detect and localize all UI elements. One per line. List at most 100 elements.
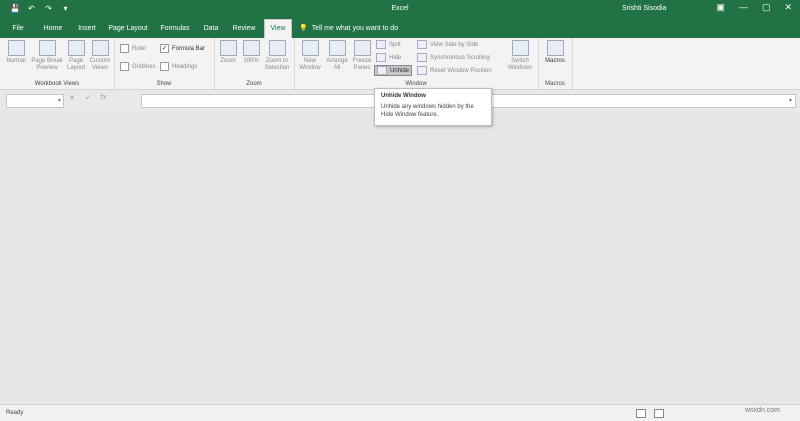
group-show: Ruler ✓ Formula Bar Gridlines Headings Sh… xyxy=(114,38,215,89)
custom-views-icon xyxy=(91,40,109,56)
headings-checkbox[interactable]: Headings xyxy=(160,62,197,71)
tab-review[interactable]: Review xyxy=(229,19,259,38)
window-group-label: Window xyxy=(405,81,427,87)
hide-button[interactable]: Hide xyxy=(376,53,401,62)
show-label: Show xyxy=(156,81,172,87)
view-side-by-side-button[interactable]: View Side by Side xyxy=(417,40,478,49)
zoom-to-selection-label: Zoom to Selection xyxy=(264,58,290,71)
tab-page-layout[interactable]: Page Layout xyxy=(106,19,150,38)
ruler-checkbox[interactable]: Ruler xyxy=(120,44,146,53)
close-icon[interactable]: ✕ xyxy=(784,2,792,13)
macros-group-label: Macros xyxy=(545,81,565,87)
page-break-preview-icon xyxy=(38,40,56,56)
switch-windows-button[interactable]: Switch Windows xyxy=(504,40,536,72)
lightbulb-icon: 💡 xyxy=(299,25,308,32)
zoom-100-button[interactable]: 100% xyxy=(240,40,262,65)
insert-function-icon[interactable]: fx xyxy=(101,94,106,102)
magnifier-icon xyxy=(219,40,237,56)
page-layout-view-button[interactable]: Page Layout xyxy=(64,40,88,72)
tab-insert[interactable]: Insert xyxy=(72,19,102,38)
normal-view-icon xyxy=(7,40,25,56)
gridlines-checkbox[interactable]: Gridlines xyxy=(120,62,156,71)
window-controls: ▣ — ▢ ✕ xyxy=(716,2,792,13)
new-window-button[interactable]: New Window xyxy=(296,40,324,72)
hide-icon xyxy=(376,53,386,62)
page-layout-status-icon[interactable] xyxy=(654,409,664,418)
formula-bar-checkbox[interactable]: ✓ Formula Bar xyxy=(160,44,205,53)
status-ready: Ready xyxy=(6,410,24,416)
formula-controls: ✕ ✓ fx xyxy=(69,94,106,102)
group-workbook-views: Normal Page Break Preview Page Layout Cu… xyxy=(0,38,115,89)
normal-view-label: Normal xyxy=(6,58,26,64)
unhide-tooltip: Unhide Window Unhide any windows hidden … xyxy=(374,88,492,126)
tab-file[interactable]: File xyxy=(6,19,30,38)
page-break-preview-button[interactable]: Page Break Preview xyxy=(30,40,64,72)
sync-scroll-icon xyxy=(417,53,427,62)
arrange-all-label: Arrange All xyxy=(326,58,348,71)
ruler-check xyxy=(120,44,129,53)
empty-workspace xyxy=(0,112,800,404)
minimize-icon[interactable]: — xyxy=(739,2,748,13)
synchronous-scrolling-button[interactable]: Synchronous Scrolling xyxy=(417,53,490,62)
zoom-group-label: Zoom xyxy=(246,81,262,87)
page-break-preview-label: Page Break Preview xyxy=(31,58,63,71)
unhide-icon xyxy=(377,66,387,75)
cancel-icon[interactable]: ✕ xyxy=(69,94,75,102)
freeze-panes-label: Freeze Panes xyxy=(352,58,372,71)
group-zoom: Zoom 100% Zoom to Selection Zoom xyxy=(214,38,295,89)
tab-formulas[interactable]: Formulas xyxy=(157,19,193,38)
custom-views-button[interactable]: Custom Views xyxy=(88,40,112,72)
unhide-button[interactable]: Unhide xyxy=(374,65,413,76)
page-layout-label: Page Layout xyxy=(66,58,85,71)
watermark: wsxdn.com xyxy=(745,407,781,414)
tooltip-body: Unhide any windows hidden by the Hide Wi… xyxy=(381,104,474,118)
enter-icon[interactable]: ✓ xyxy=(85,94,91,102)
zoom-to-selection-button[interactable]: Zoom to Selection xyxy=(262,40,292,72)
user-name[interactable]: Srishti Sisodia xyxy=(622,5,666,12)
gridlines-label: Gridlines xyxy=(132,63,156,70)
ribbon-display-options-icon[interactable]: ▣ xyxy=(716,2,725,13)
formula-bar-check: ✓ xyxy=(160,44,169,53)
zoom-100-label: 100% xyxy=(243,58,259,64)
window-title: Excel xyxy=(391,5,409,12)
switch-windows-label: Switch Windows xyxy=(507,58,533,71)
reset-window-position-button[interactable]: Reset Window Position xyxy=(417,66,492,75)
page-layout-icon xyxy=(67,40,85,56)
status-bar: Ready xyxy=(0,404,800,421)
macros-icon xyxy=(546,40,564,56)
tooltip-title: Unhide Window xyxy=(381,93,426,99)
tab-view[interactable]: View xyxy=(264,19,292,38)
name-box[interactable]: ▾ xyxy=(6,94,64,108)
arrange-all-button[interactable]: Arrange All xyxy=(324,40,350,72)
ruler-label: Ruler xyxy=(132,45,147,52)
tab-home[interactable]: Home xyxy=(38,19,68,38)
headings-check xyxy=(160,62,169,71)
split-icon xyxy=(376,40,386,49)
normal-view-status-icon[interactable] xyxy=(636,409,646,418)
new-window-label: New Window xyxy=(299,58,321,71)
split-button[interactable]: Split xyxy=(376,40,401,49)
zoom-button[interactable]: Zoom xyxy=(216,40,240,65)
expand-formula-bar-icon[interactable]: ▾ xyxy=(789,97,792,104)
new-window-icon xyxy=(301,40,319,56)
name-box-dropdown-icon[interactable]: ▾ xyxy=(58,97,61,104)
freeze-panes-icon xyxy=(353,40,371,56)
ribbon: Normal Page Break Preview Page Layout Cu… xyxy=(0,38,800,90)
macros-button-label: Macros xyxy=(545,58,565,64)
switch-windows-icon xyxy=(511,40,529,56)
zoom-label: Zoom xyxy=(220,58,236,64)
normal-view-button[interactable]: Normal xyxy=(4,40,28,65)
view-side-by-side-label: View Side by Side xyxy=(430,41,479,48)
tab-data[interactable]: Data xyxy=(198,19,224,38)
ribbon-tabs: File Home Insert Page Layout Formulas Da… xyxy=(0,19,800,38)
group-window: New Window Arrange All Freeze Panes Spli… xyxy=(294,38,539,89)
tell-me-box[interactable]: 💡 Tell me what you want to do xyxy=(299,19,398,38)
headings-label: Headings xyxy=(172,63,198,70)
macros-button[interactable]: Macros xyxy=(541,40,569,65)
maximize-icon[interactable]: ▢ xyxy=(762,2,771,13)
freeze-panes-button[interactable]: Freeze Panes xyxy=(350,40,374,72)
reset-position-icon xyxy=(417,66,427,75)
formula-bar-label: Formula Bar xyxy=(172,45,206,52)
unhide-label: Unhide xyxy=(390,67,410,74)
synchronous-scrolling-label: Synchronous Scrolling xyxy=(430,54,490,61)
